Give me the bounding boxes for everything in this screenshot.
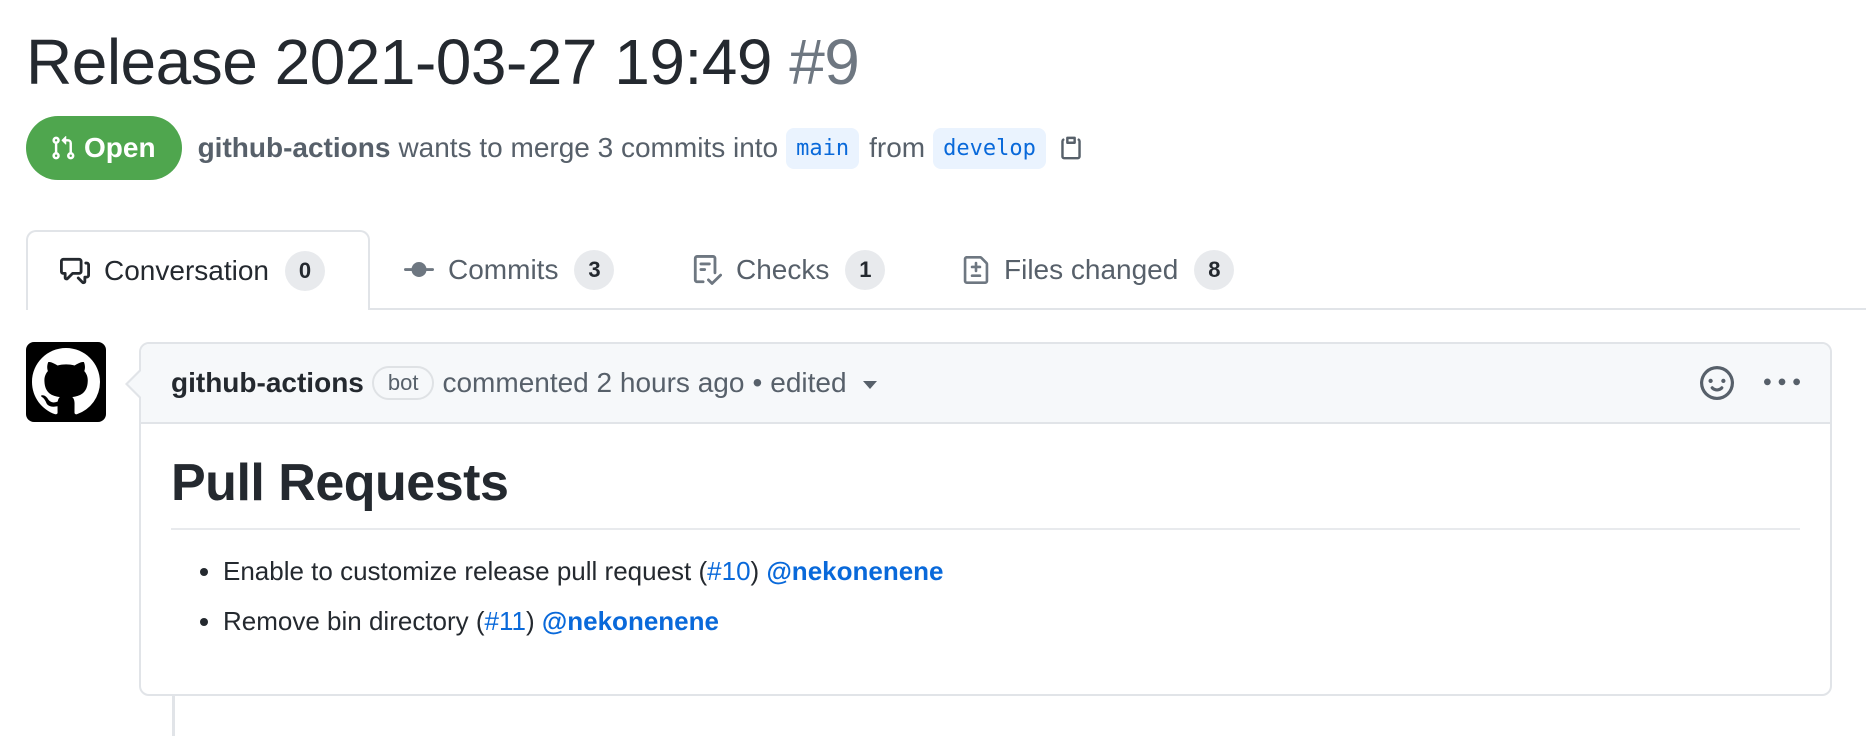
comment-box: github-actions bot commented 2 hours ago…: [125, 342, 1832, 696]
clipboard-icon: [1061, 136, 1081, 160]
pr-number: #9: [789, 26, 860, 98]
pr-title: Release 2021-03-27 19:49 #9: [26, 22, 860, 102]
file-diff-icon: [963, 256, 989, 284]
timeline-line: [172, 696, 175, 736]
list-item-paren: ): [750, 556, 760, 586]
list-item: Remove bin directory (#11) @nekonenene: [223, 604, 1800, 638]
comment-actions: [1700, 365, 1800, 401]
comment-heading: Pull Requests: [171, 452, 1800, 530]
pr-author-link[interactable]: github-actions: [198, 132, 391, 164]
bot-badge: bot: [371, 366, 435, 400]
add-reaction-button[interactable]: [1700, 366, 1734, 400]
edited-label: edited: [770, 367, 847, 398]
pr-link[interactable]: #10: [707, 556, 750, 586]
pr-tabs: Conversation 0 Commits 3 Checks 1 Files …: [0, 230, 1866, 310]
tab-files-changed[interactable]: Files changed 8: [962, 230, 1235, 310]
tab-checks-count: 1: [845, 250, 886, 290]
copy-branch-button[interactable]: [1058, 134, 1084, 162]
tab-conversation-count: 0: [284, 251, 325, 291]
tab-checks-label: Checks: [736, 254, 830, 285]
comment-caret-fill: [128, 370, 142, 398]
from-label: from: [869, 132, 926, 163]
tab-files-changed-label: Files changed: [1004, 254, 1179, 285]
pr-meta: Open github-actions wants to merge 3 com…: [26, 116, 1084, 180]
list-item-text: Enable to customize release pull request…: [223, 556, 708, 586]
tab-files-changed-count: 8: [1194, 250, 1235, 290]
meta-separator: •: [752, 367, 763, 398]
changes-list: Enable to customize release pull request…: [171, 554, 1800, 638]
list-item-text: Remove bin directory (: [223, 606, 485, 636]
comment-body: Pull Requests Enable to customize releas…: [141, 424, 1830, 638]
tab-checks[interactable]: Checks 1: [692, 230, 886, 310]
pr-summary: wants to merge 3 commits into: [398, 132, 779, 163]
comment-options-button[interactable]: [1764, 365, 1800, 401]
pr-link[interactable]: #11: [485, 606, 526, 636]
git-pull-request-icon: [52, 135, 75, 160]
comment-discussion-icon: [60, 257, 90, 285]
github-logo-icon: [32, 348, 100, 415]
chevron-down-icon: [862, 381, 877, 389]
tab-conversation-label: Conversation: [104, 255, 269, 286]
list-item: Enable to customize release pull request…: [223, 554, 1800, 588]
base-branch[interactable]: main: [786, 127, 860, 169]
tab-commits[interactable]: Commits 3: [404, 230, 615, 310]
tab-commits-count: 3: [574, 250, 615, 290]
tab-conversation[interactable]: Conversation 0: [26, 230, 370, 310]
edited-dropdown[interactable]: edited: [770, 367, 877, 399]
checklist-icon: [693, 255, 722, 285]
state-badge: Open: [26, 116, 182, 180]
comment-header: github-actions bot commented 2 hours ago…: [141, 344, 1830, 424]
user-mention[interactable]: @nekonenene: [542, 606, 719, 636]
comment-timestamp[interactable]: commented 2 hours ago: [442, 367, 744, 399]
head-branch[interactable]: develop: [933, 127, 1046, 169]
list-item-paren: ): [526, 606, 535, 636]
state-label: Open: [84, 132, 156, 163]
pr-title-text: Release 2021-03-27 19:49: [26, 26, 772, 98]
comment-author-link[interactable]: github-actions: [171, 367, 364, 399]
git-commit-icon: [404, 262, 434, 278]
avatar[interactable]: [26, 342, 106, 422]
tab-commits-label: Commits: [448, 254, 559, 285]
kebab-horizontal-icon: [1764, 378, 1800, 386]
user-mention[interactable]: @nekonenene: [766, 556, 943, 586]
smiley-icon: [1700, 366, 1734, 400]
